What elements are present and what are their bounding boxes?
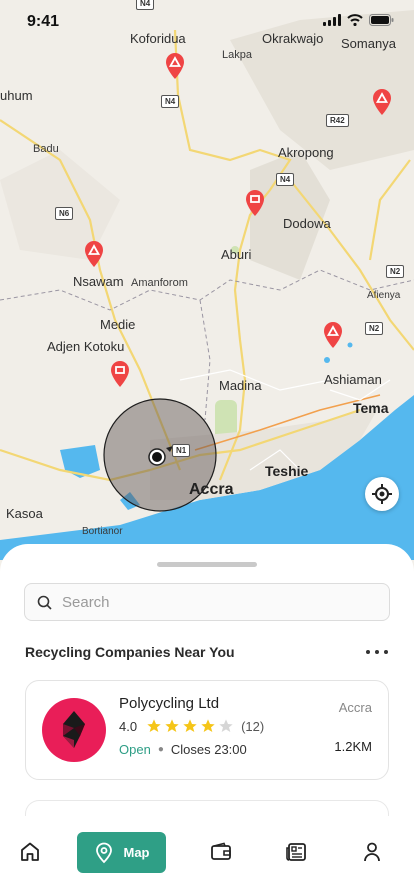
nav-wallet[interactable] xyxy=(201,832,241,872)
road-shield: N2 xyxy=(386,265,405,278)
closing-time: Closes 23:00 xyxy=(170,742,247,757)
company-rating: 4.0 (12) xyxy=(119,718,264,734)
map-label: Ashiaman xyxy=(324,372,382,387)
rating-stars xyxy=(146,718,234,734)
recycling-pin-icon[interactable] xyxy=(164,52,186,80)
recycling-pin-icon[interactable] xyxy=(244,189,266,217)
sheet-drag-handle[interactable] xyxy=(157,562,257,567)
review-count: (12) xyxy=(241,718,265,734)
map-label: Lakpa xyxy=(222,49,252,61)
road-shield: N4 xyxy=(161,95,180,108)
search-bar[interactable] xyxy=(24,583,390,621)
more-options-button[interactable] xyxy=(366,644,388,660)
map-label: Accra xyxy=(189,481,234,498)
road-shield: N6 xyxy=(55,207,74,220)
road-shield: N1 xyxy=(172,444,191,457)
road-shield: N2 xyxy=(365,322,384,335)
nav-map[interactable]: Map xyxy=(77,832,166,873)
map-label: Madina xyxy=(219,378,262,393)
polycycling-logo-icon xyxy=(63,711,85,748)
company-card[interactable]: Polycycling Ltd 4.0 (12) Open ● Closes 2… xyxy=(25,680,389,780)
road-shield: N4 xyxy=(276,173,295,186)
separator-dot: ● xyxy=(157,744,164,755)
map-label: Aburi xyxy=(221,247,252,262)
wallet-icon xyxy=(211,842,231,860)
recycling-pin-icon[interactable] xyxy=(322,321,344,349)
star-filled-icon xyxy=(201,719,215,732)
status-bar: 9:41 xyxy=(0,0,414,44)
map-label: uhum xyxy=(0,88,33,103)
map-label: Amanforom xyxy=(131,277,188,289)
company-city: Accra xyxy=(338,700,372,715)
map-label: Nsawam xyxy=(73,274,124,289)
search-input[interactable] xyxy=(62,593,362,611)
search-icon xyxy=(37,595,52,610)
nav-home[interactable] xyxy=(10,832,50,872)
map-label: Akropong xyxy=(278,145,334,160)
map-label: Adjen Kotoku xyxy=(47,339,125,354)
home-icon xyxy=(21,842,39,861)
road-shield: R42 xyxy=(326,114,349,127)
more-dot-icon xyxy=(384,650,388,654)
nav-profile[interactable] xyxy=(352,832,392,872)
map-label: Badu xyxy=(33,143,59,155)
profile-icon xyxy=(364,842,380,862)
star-filled-icon xyxy=(165,719,179,732)
company-name: Polycycling Ltd xyxy=(119,695,220,712)
map-canvas xyxy=(0,0,414,560)
map-label: Tema xyxy=(353,400,389,416)
map-label: Kasoa xyxy=(6,506,43,521)
locate-icon xyxy=(372,484,392,504)
company-logo xyxy=(42,698,106,762)
map-label: Bortianor xyxy=(82,526,123,537)
section-title: Recycling Companies Near You xyxy=(25,644,235,660)
more-dot-icon xyxy=(375,650,379,654)
map-label: Afienya xyxy=(367,290,401,301)
battery-icon xyxy=(369,14,394,26)
map-label: Dodowa xyxy=(283,216,331,231)
star-filled-icon xyxy=(147,719,161,732)
company-hours: Open ● Closes 23:00 xyxy=(119,742,247,757)
recycling-pin-icon[interactable] xyxy=(371,88,393,116)
star-filled-icon xyxy=(183,719,197,732)
nav-map-label: Map xyxy=(123,845,150,860)
star-empty-icon xyxy=(219,719,233,732)
recycling-pin-icon[interactable] xyxy=(83,240,105,268)
rating-value: 4.0 xyxy=(119,718,138,734)
status-icons xyxy=(323,14,394,26)
map-label: Teshie xyxy=(265,463,309,479)
map-pin-icon xyxy=(95,842,112,863)
more-dot-icon xyxy=(366,650,370,654)
map-view[interactable]: N4 N4 N4 R42 N6 N2 N2 N1 Koforidua Okrak… xyxy=(0,0,414,560)
map-label: Medie xyxy=(100,317,136,332)
locate-me-button[interactable] xyxy=(365,477,399,511)
news-icon xyxy=(286,843,306,861)
bottom-nav: Map xyxy=(0,816,414,896)
signal-icon xyxy=(323,14,341,26)
recycling-pin-icon[interactable] xyxy=(109,360,131,388)
wifi-icon xyxy=(347,14,363,26)
status-time: 9:41 xyxy=(27,13,60,30)
open-status: Open xyxy=(119,742,151,757)
nav-news[interactable] xyxy=(276,832,316,872)
company-distance: 1.2KM xyxy=(334,739,372,754)
